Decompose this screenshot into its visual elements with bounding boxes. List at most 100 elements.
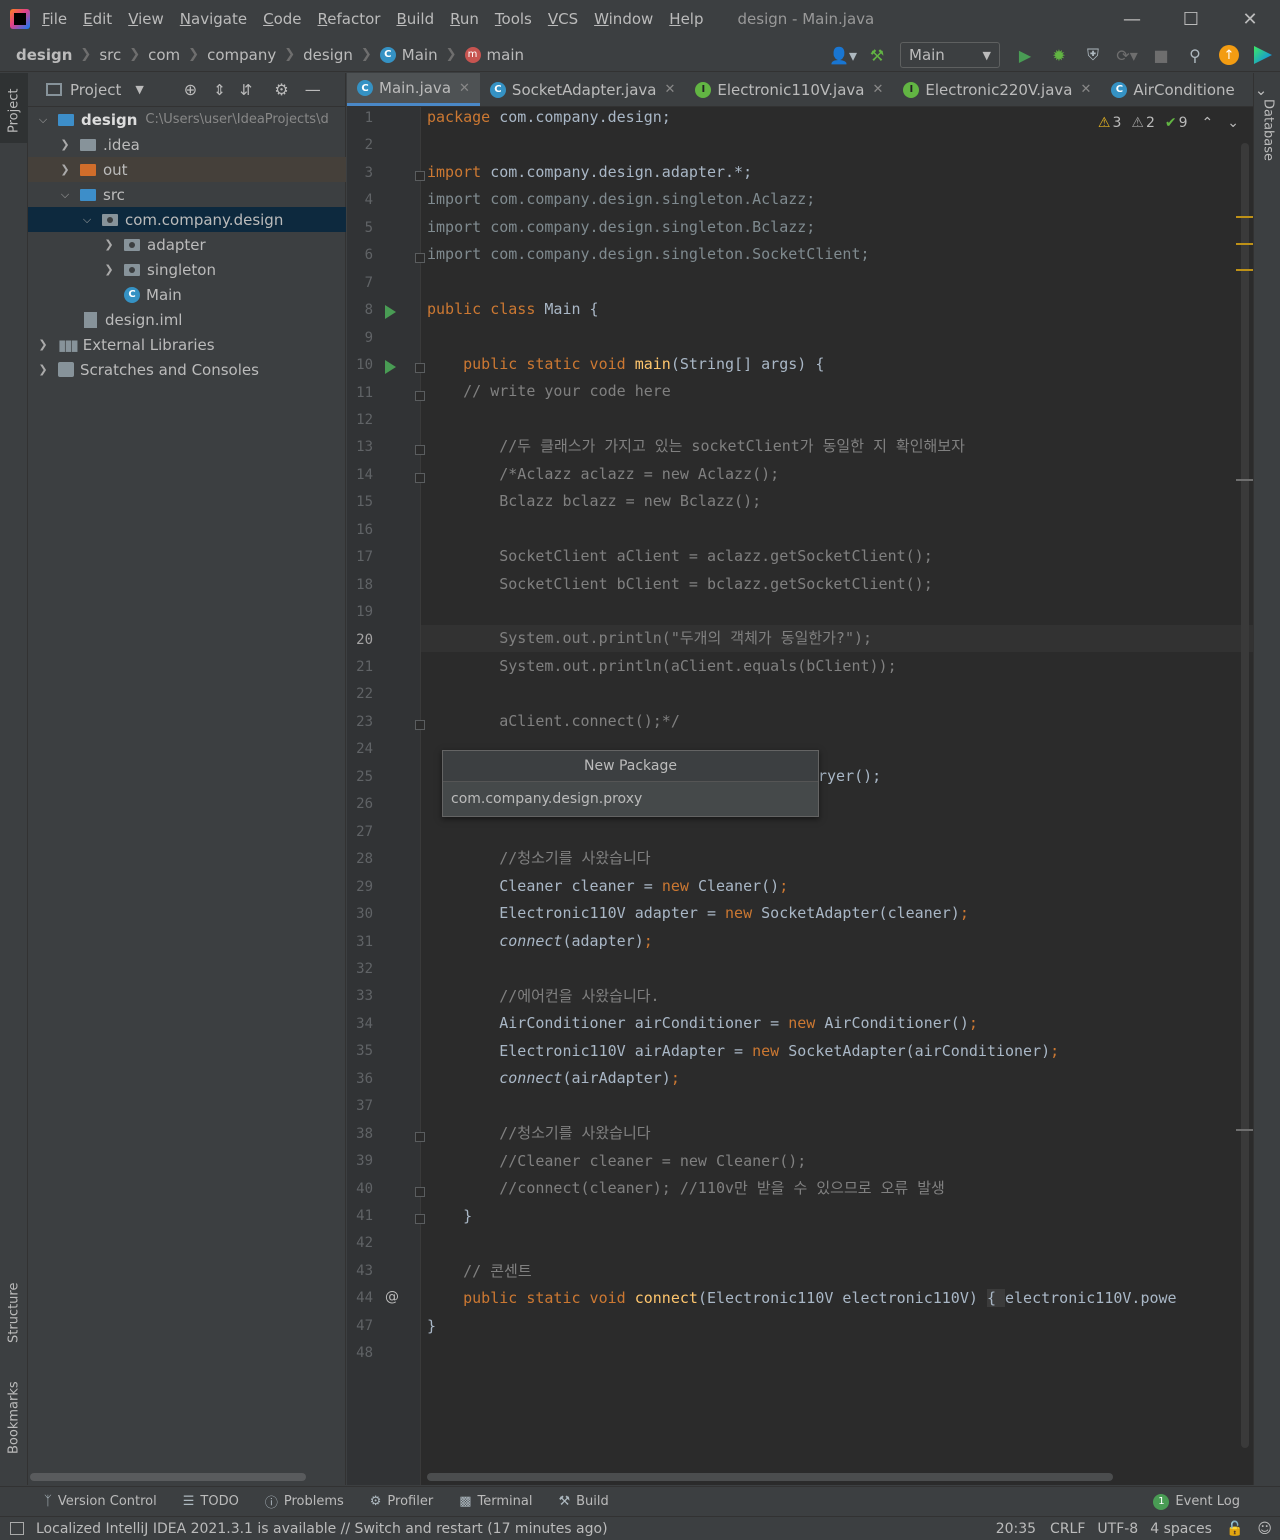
line-number[interactable]: 20 bbox=[347, 632, 373, 648]
line-number[interactable]: 33 bbox=[347, 988, 373, 1004]
locate-icon[interactable]: ⊕ bbox=[184, 80, 197, 99]
toggle-tool-windows-icon[interactable] bbox=[10, 1522, 24, 1535]
line-number[interactable]: 21 bbox=[347, 659, 373, 675]
line-number[interactable]: 1 bbox=[347, 110, 373, 126]
fold-marker-icon[interactable] bbox=[415, 719, 425, 730]
line-number[interactable]: 25 bbox=[347, 769, 373, 785]
line-number[interactable]: 31 bbox=[347, 934, 373, 950]
tree-item-design-iml[interactable]: design.iml bbox=[28, 307, 346, 332]
problems-tool[interactable]: ⓘ Problems bbox=[265, 1492, 344, 1511]
breadcrumb-company[interactable]: company bbox=[207, 46, 276, 64]
line-number[interactable]: 15 bbox=[347, 494, 373, 510]
tree-item-scratches[interactable]: ❯ Scratches and Consoles bbox=[28, 357, 346, 382]
line-number[interactable]: 8 bbox=[347, 302, 373, 318]
fold-marker-icon[interactable] bbox=[415, 390, 425, 401]
code-line-18[interactable]: SocketClient bClient = bclazz.getSocketC… bbox=[427, 571, 932, 598]
code-line-20[interactable]: System.out.println("두개의 객체가 동일한가?"); bbox=[427, 625, 872, 652]
fold-marker-icon[interactable] bbox=[415, 472, 425, 483]
fold-marker-icon[interactable] bbox=[415, 445, 425, 456]
tree-item-out[interactable]: ❯ out bbox=[28, 157, 346, 182]
line-number[interactable]: 7 bbox=[347, 275, 373, 291]
line-number[interactable]: 42 bbox=[347, 1235, 373, 1251]
add-user-icon[interactable]: 👤▾ bbox=[829, 41, 857, 69]
tree-item-adapter[interactable]: ❯ adapter bbox=[28, 232, 346, 257]
line-number[interactable]: 6 bbox=[347, 247, 373, 263]
status-message[interactable]: Localized IntelliJ IDEA 2021.3.1 is avai… bbox=[36, 1521, 608, 1537]
build-hammer-icon[interactable]: ⚒ bbox=[863, 41, 891, 69]
code-line-11[interactable]: // write your code here bbox=[427, 378, 671, 405]
line-number[interactable]: 19 bbox=[347, 604, 373, 620]
project-view-select[interactable]: Project bbox=[70, 81, 121, 99]
line-number[interactable]: 41 bbox=[347, 1208, 373, 1224]
tree-item-main[interactable]: C Main bbox=[28, 282, 346, 307]
line-number[interactable]: 36 bbox=[347, 1071, 373, 1087]
file-encoding[interactable]: UTF-8 bbox=[1097, 1521, 1138, 1537]
code-line-10[interactable]: public static void main(String[] args) { bbox=[427, 351, 824, 378]
code-line-17[interactable]: SocketClient aClient = aclazz.getSocketC… bbox=[427, 543, 932, 570]
code-line-41[interactable]: } bbox=[427, 1203, 472, 1230]
tree-item-external-libraries[interactable]: ❯ ▮▮▮ External Libraries bbox=[28, 332, 346, 357]
tab-electronic220v-java[interactable]: I Electronic220V.java ✕ bbox=[893, 73, 1101, 106]
expand-all-icon[interactable]: ⇕ bbox=[213, 81, 226, 99]
line-number[interactable]: 43 bbox=[347, 1263, 373, 1279]
line-number[interactable]: 30 bbox=[347, 906, 373, 922]
chevron-down-icon[interactable]: ⌵ bbox=[58, 188, 72, 202]
tree-item-com-company-design[interactable]: ⌵ com.company.design bbox=[28, 207, 346, 232]
line-number[interactable]: 5 bbox=[347, 220, 373, 236]
close-tab-icon[interactable]: ✕ bbox=[459, 81, 470, 96]
code-line-38[interactable]: //청소기를 사왔습니다 bbox=[427, 1120, 650, 1147]
code-line-47[interactable]: } bbox=[427, 1313, 436, 1340]
line-number[interactable]: 22 bbox=[347, 686, 373, 702]
line-number[interactable]: 16 bbox=[347, 522, 373, 538]
previous-highlight-icon[interactable]: ⌃ bbox=[1202, 115, 1214, 131]
line-number[interactable]: 27 bbox=[347, 824, 373, 840]
error-stripe-mark[interactable] bbox=[1236, 269, 1253, 271]
profiler-tool[interactable]: ⚙ Profiler bbox=[370, 1494, 433, 1509]
line-number[interactable]: 29 bbox=[347, 879, 373, 895]
line-number[interactable]: 44 bbox=[347, 1290, 373, 1306]
code-with-me-icon[interactable] bbox=[1249, 41, 1277, 69]
breadcrumb-design-package[interactable]: design bbox=[303, 46, 353, 64]
code-line-30[interactable]: Electronic110V adapter = new SocketAdapt… bbox=[427, 900, 969, 927]
build-tool[interactable]: ⚒ Build bbox=[558, 1494, 608, 1509]
todo-tool[interactable]: ☰ TODO bbox=[183, 1494, 239, 1509]
editor-vertical-scrollbar[interactable] bbox=[1241, 143, 1249, 1448]
error-stripe-mark[interactable] bbox=[1236, 479, 1253, 481]
breadcrumb-src[interactable]: src bbox=[99, 46, 121, 64]
line-number[interactable]: 18 bbox=[347, 577, 373, 593]
code-line-40[interactable]: //connect(cleaner); //110v만 받을 수 있으므로 오류… bbox=[427, 1175, 945, 1202]
line-number[interactable]: 38 bbox=[347, 1126, 373, 1142]
line-number[interactable]: 11 bbox=[347, 385, 373, 401]
line-number[interactable]: 4 bbox=[347, 192, 373, 208]
code-line-5[interactable]: import com.company.design.singleton.Bcla… bbox=[427, 214, 815, 241]
close-tab-icon[interactable]: ✕ bbox=[664, 82, 675, 97]
code-line-29[interactable]: Cleaner cleaner = new Cleaner(); bbox=[427, 873, 788, 900]
tab-socket-adapter-java[interactable]: C SocketAdapter.java ✕ bbox=[480, 73, 685, 106]
line-number[interactable]: 40 bbox=[347, 1181, 373, 1197]
intellij-logo-icon[interactable] bbox=[10, 9, 30, 29]
code-line-6[interactable]: import com.company.design.singleton.Sock… bbox=[427, 241, 870, 268]
menu-code[interactable]: Code bbox=[263, 10, 301, 28]
code-line-13[interactable]: //두 클래스가 가지고 있는 socketClient가 동일한 지 확인해보… bbox=[427, 433, 965, 460]
code-line-36[interactable]: connect(airAdapter); bbox=[427, 1065, 680, 1092]
code-line-39[interactable]: //Cleaner cleaner = new Cleaner(); bbox=[427, 1148, 806, 1175]
line-number[interactable]: 14 bbox=[347, 467, 373, 483]
indent-setting[interactable]: 4 spaces bbox=[1150, 1521, 1212, 1537]
editor-gutter[interactable]: 1 2 3 4 5 6 7 8 9 10 11 12 13 14 15 16 17 18 19 20 21 22 23 24 2… bbox=[347, 107, 425, 1485]
coverage-icon[interactable]: ⛨ bbox=[1079, 41, 1107, 69]
tree-item-singleton[interactable]: ❯ singleton bbox=[28, 257, 346, 282]
profile-icon[interactable]: ⟳▾ bbox=[1113, 41, 1141, 69]
close-icon[interactable]: ✕ bbox=[1220, 0, 1280, 38]
error-stripe-mark[interactable] bbox=[1236, 243, 1253, 245]
line-number[interactable]: 28 bbox=[347, 851, 373, 867]
line-number[interactable]: 17 bbox=[347, 549, 373, 565]
caret-position[interactable]: 20:35 bbox=[996, 1521, 1036, 1537]
chevron-down-icon[interactable]: ⌵ bbox=[36, 113, 50, 127]
code-line-4[interactable]: import com.company.design.singleton.Acla… bbox=[427, 186, 815, 213]
run-configuration-select[interactable]: Main ▼ bbox=[900, 42, 1000, 68]
error-stripe-mark[interactable] bbox=[1236, 1129, 1253, 1131]
editor-horizontal-scrollbar[interactable] bbox=[427, 1473, 1113, 1481]
chevron-right-icon[interactable]: ❯ bbox=[36, 338, 50, 351]
menu-refactor[interactable]: Refactor bbox=[318, 10, 381, 28]
menu-run[interactable]: Run bbox=[450, 10, 479, 28]
